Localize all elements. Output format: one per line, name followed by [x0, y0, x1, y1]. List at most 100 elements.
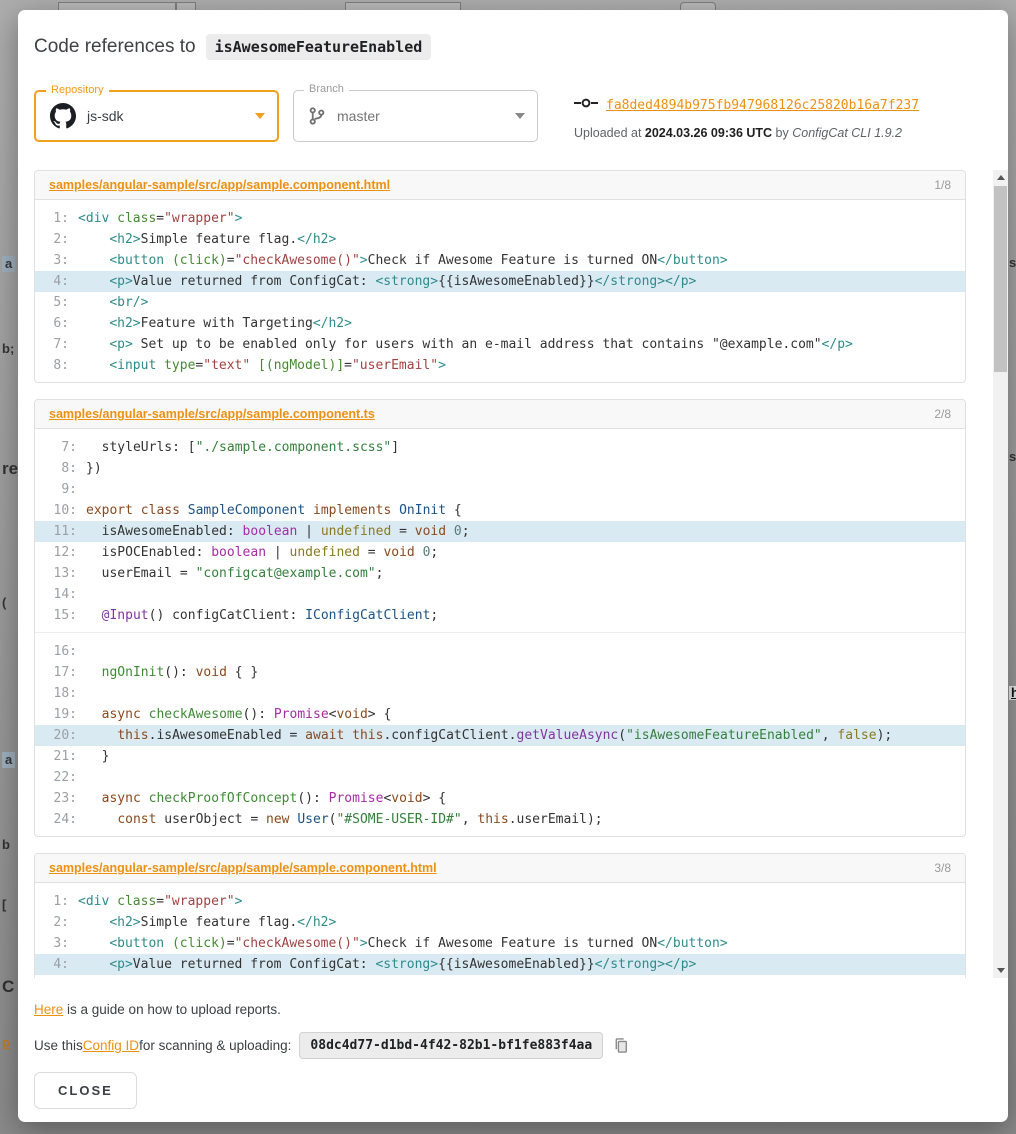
code-line: 10:export class SampleComponent implemen… — [35, 500, 965, 521]
upload-guide-line: Here is a guide on how to upload reports… — [34, 1002, 281, 1017]
repository-select[interactable]: Repository js-sdk — [34, 90, 279, 142]
code-reference-panel: samples/angular-sample/src/app/sample.co… — [34, 399, 966, 837]
highlighted-code-line: 4: <p>Value returned from ConfigCat: <st… — [35, 271, 965, 292]
code-text: ngOnInit(): void { } — [77, 662, 258, 683]
panel-header: samples/angular-sample/src/app/sample.co… — [35, 400, 965, 429]
code-text: userEmail = "configcat@example.com"; — [77, 563, 383, 584]
code-line: 22: — [35, 767, 965, 788]
guide-text: is a guide on how to upload reports. — [63, 1002, 281, 1017]
line-number: 18: — [43, 683, 77, 704]
background-text-fragment: b — [2, 838, 10, 852]
guide-here-link[interactable]: Here — [34, 1002, 63, 1017]
code-chunk: 1:<div class="wrapper">2: <h2>Simple fea… — [35, 883, 965, 978]
background-text-fragment: h — [1009, 686, 1016, 700]
file-path-link[interactable]: samples/angular-sample/src/app/sample.co… — [49, 407, 375, 421]
line-number: 8: — [43, 458, 77, 479]
background-text-fragment: ( — [2, 596, 6, 610]
code-chunk: 16:17: ngOnInit(): void { }18:19: async … — [35, 632, 965, 836]
background-box — [58, 2, 176, 10]
line-number: 22: — [43, 767, 77, 788]
code-text: const userObject = new User("#SOME-USER-… — [77, 809, 603, 830]
line-number: 11: — [43, 521, 77, 542]
code-line: 6: <h2>Feature with Targeting</h2> — [35, 313, 965, 334]
panels-list: samples/angular-sample/src/app/sample.co… — [34, 170, 966, 978]
branch-label: Branch — [304, 83, 349, 95]
code-line: 3: <button (click)="checkAwesome()">Chec… — [35, 933, 965, 954]
code-text: <h2>Simple feature flag.</h2> — [69, 229, 336, 250]
highlighted-code-line: 11: isAwesomeEnabled: boolean | undefine… — [35, 521, 965, 542]
code-text: async checkAwesome(): Promise<void> { — [77, 704, 391, 725]
line-number: 5: — [43, 292, 69, 313]
background-text-fragment: re — [2, 462, 18, 476]
config-id-link[interactable]: Config ID — [83, 1038, 139, 1053]
code-text: <p>Value returned from ConfigCat: <stron… — [69, 954, 696, 975]
background-box — [345, 2, 461, 10]
code-text: isAwesomeEnabled: boolean | undefined = … — [77, 521, 470, 542]
repository-value: js-sdk — [87, 108, 124, 124]
filters-row: Repository js-sdk Branch master — [34, 90, 992, 142]
background-text-fragment: s — [1009, 256, 1016, 270]
code-text: styleUrls: ["./sample.component.scss"] — [77, 437, 399, 458]
code-line: 2: <h2>Simple feature flag.</h2> — [35, 912, 965, 933]
code-chunk: 7: styleUrls: ["./sample.component.scss"… — [35, 429, 965, 632]
code-line: 1:<div class="wrapper"> — [35, 891, 965, 912]
code-line: 7: <p> Set up to be enabled only for use… — [35, 334, 965, 355]
line-number: 4: — [43, 271, 69, 292]
background-box — [176, 2, 196, 10]
code-line: 19: async checkAwesome(): Promise<void> … — [35, 704, 965, 725]
code-text — [77, 479, 86, 500]
code-text: } — [77, 746, 109, 767]
code-text: export class SampleComponent implements … — [77, 500, 462, 521]
code-line: 21: } — [35, 746, 965, 767]
line-number: 14: — [43, 584, 77, 605]
line-number: 6: — [43, 313, 69, 334]
uploaded-prefix: Uploaded at — [574, 126, 645, 140]
github-icon — [50, 103, 76, 129]
code-text — [77, 767, 86, 788]
code-line: 5: <br/> — [35, 975, 965, 978]
background-box — [680, 2, 716, 10]
code-line: 15: @Input() configCatClient: IConfigCat… — [35, 605, 965, 626]
line-number: 7: — [43, 437, 77, 458]
config-id-value: 08dc4d77-d1bd-4f42-82b1-bf1fe883f4aa — [299, 1032, 603, 1059]
line-number: 19: — [43, 704, 77, 725]
line-number: 2: — [43, 912, 69, 933]
background-text-fragment: C — [2, 980, 14, 994]
scrollbar[interactable] — [993, 170, 1008, 978]
dialog-title: Code references to — [34, 36, 196, 58]
line-number: 3: — [43, 933, 69, 954]
panel-header: samples/angular-sample/src/app/sample/sa… — [35, 854, 965, 883]
line-number: 21: — [43, 746, 77, 767]
scrollbar-up-button[interactable] — [993, 170, 1008, 185]
background-text-fragment: p — [2, 1036, 10, 1050]
scrollbar-thumb[interactable] — [994, 186, 1007, 372]
file-path-link[interactable]: samples/angular-sample/src/app/sample/sa… — [49, 861, 437, 875]
copy-config-id-button[interactable] — [611, 1036, 630, 1055]
commit-hash-link[interactable]: fa8ded4894b975fb947968126c25820b16a7f237 — [606, 98, 919, 113]
background-text-fragment: a — [2, 256, 15, 272]
code-text: <p> Set up to be enabled only for users … — [69, 334, 853, 355]
code-line: 8:}) — [35, 458, 965, 479]
code-text: <button (click)="checkAwesome()">Check i… — [69, 933, 728, 954]
code-line: 24: const userObject = new User("#SOME-U… — [35, 809, 965, 830]
config-id-text-before: Use this — [34, 1038, 83, 1053]
line-number: 5: — [43, 975, 69, 978]
code-text: @Input() configCatClient: IConfigCatClie… — [77, 605, 438, 626]
code-text: }) — [77, 458, 102, 479]
code-text: isPOCEnabled: boolean | undefined = void… — [77, 542, 438, 563]
line-number: 16: — [43, 641, 77, 662]
branch-select[interactable]: Branch master — [293, 90, 538, 142]
triangle-up-icon — [997, 175, 1005, 180]
code-text: <p>Value returned from ConfigCat: <stron… — [69, 271, 696, 292]
line-number: 7: — [43, 334, 69, 355]
code-line: 9: — [35, 479, 965, 500]
code-line: 14: — [35, 584, 965, 605]
code-line: 3: <button (click)="checkAwesome()">Chec… — [35, 250, 965, 271]
code-text: <h2>Feature with Targeting</h2> — [69, 313, 352, 334]
scrollbar-down-button[interactable] — [993, 963, 1008, 978]
match-count: 3/8 — [934, 861, 951, 875]
close-button[interactable]: CLOSE — [34, 1072, 137, 1109]
code-line: 23: async checkProofOfConcept(): Promise… — [35, 788, 965, 809]
panel-header: samples/angular-sample/src/app/sample.co… — [35, 171, 965, 200]
file-path-link[interactable]: samples/angular-sample/src/app/sample.co… — [49, 178, 390, 192]
